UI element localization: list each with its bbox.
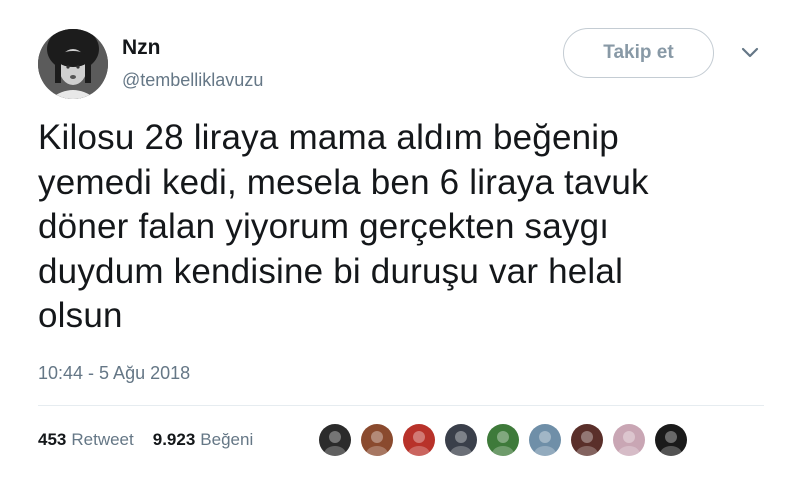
tweet-card: Nzn @tembelliklavuzu Takip et Kilosu 28 … — [0, 0, 800, 485]
liker-avatar-2[interactable] — [361, 424, 393, 456]
divider — [38, 405, 764, 406]
like-count[interactable]: 9.923 — [153, 429, 196, 451]
retweet-label[interactable]: Retweet — [71, 429, 133, 451]
chevron-down-icon[interactable] — [740, 46, 760, 60]
liker-avatars — [319, 422, 697, 458]
tweet-text-line: duydum kendisine bi duruşu var helal — [38, 251, 624, 291]
tweet-text-line: olsun — [38, 296, 123, 335]
liker-avatar-1[interactable] — [319, 424, 351, 456]
user-handle[interactable]: @tembelliklavuzu — [122, 69, 263, 91]
user-avatar[interactable] — [38, 29, 108, 99]
liker-avatar-6[interactable] — [529, 424, 561, 456]
follow-button[interactable]: Takip et — [563, 28, 714, 78]
tweet-text-line: yemedi kedi, mesela ben 6 liraya tavuk — [38, 162, 649, 202]
tweet-text-line: döner falan yiyorum gerçekten saygı — [38, 207, 610, 246]
like-label[interactable]: Beğeni — [200, 429, 253, 451]
retweet-count[interactable]: 453 — [38, 429, 66, 451]
tweet-timestamp[interactable]: 10:44 - 5 Ağu 2018 — [38, 362, 190, 384]
tweet-text-line: Kilosu 28 liraya mama aldım beğenip — [38, 118, 619, 157]
liker-avatar-9[interactable] — [655, 424, 687, 456]
tweet-stats: 453 Retweet 9.923 Beğeni — [38, 429, 253, 451]
liker-avatar-5[interactable] — [487, 424, 519, 456]
tweet-text: Kilosu 28 liraya mama aldım beğenip yeme… — [38, 116, 778, 339]
user-display-name[interactable]: Nzn — [122, 36, 161, 60]
liker-avatar-8[interactable] — [613, 424, 645, 456]
liker-avatar-7[interactable] — [571, 424, 603, 456]
liker-avatar-3[interactable] — [403, 424, 435, 456]
liker-avatar-4[interactable] — [445, 424, 477, 456]
